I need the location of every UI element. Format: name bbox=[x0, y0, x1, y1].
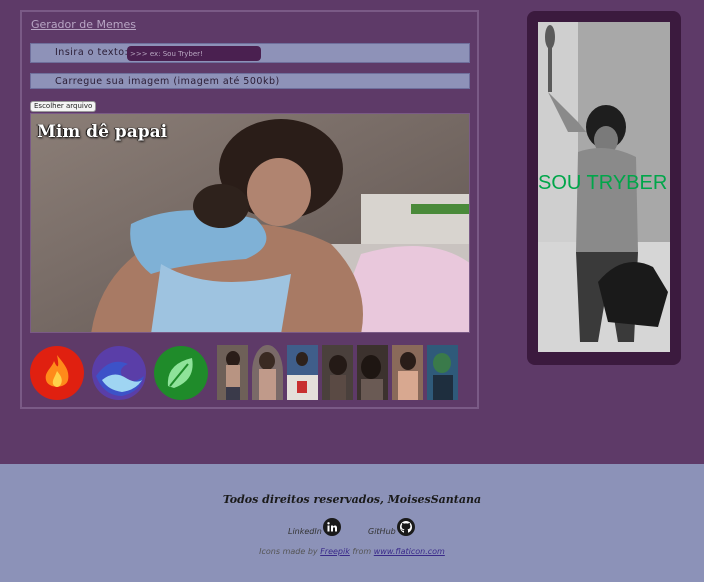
preset-thumbnail[interactable] bbox=[357, 345, 388, 400]
text-input-label: Insira o texto: bbox=[55, 47, 129, 58]
meme-preview-card: SOU TRYBER bbox=[527, 11, 681, 365]
text-input-row: Insira o texto: bbox=[30, 43, 470, 63]
preview-photo: SOU TRYBER bbox=[538, 22, 670, 352]
github-icon bbox=[396, 518, 415, 536]
linkedin-link[interactable]: LinkedIn bbox=[288, 518, 341, 536]
preset-thumbnail[interactable] bbox=[217, 345, 248, 400]
meme-caption: Mim dê papai bbox=[37, 122, 168, 142]
freepik-link[interactable]: Freepik bbox=[320, 547, 350, 556]
linkedin-icon bbox=[322, 518, 341, 536]
image-upload-row: Carregue sua imagem (imagem até 500kb) bbox=[30, 73, 470, 89]
preset-thumbnail[interactable] bbox=[392, 345, 423, 400]
meme-photo bbox=[31, 114, 469, 332]
earth-frame-icon[interactable] bbox=[154, 346, 208, 400]
preset-thumbnail[interactable] bbox=[322, 345, 353, 400]
water-frame-icon[interactable] bbox=[92, 346, 146, 400]
meme-image-container: Mim dê papai bbox=[30, 113, 470, 333]
fire-frame-icon[interactable] bbox=[30, 346, 84, 400]
credits-from: from bbox=[352, 547, 372, 556]
preset-thumbnail[interactable] bbox=[252, 345, 283, 400]
app-title[interactable]: Gerador de Memes bbox=[31, 18, 136, 31]
preset-thumbnail[interactable] bbox=[287, 345, 318, 400]
credits-prefix: Icons made by bbox=[259, 547, 318, 556]
page-footer: Todos direitos reservados, MoisesSantana… bbox=[0, 464, 704, 582]
image-upload-label: Carregue sua imagem (imagem até 500kb) bbox=[55, 75, 280, 87]
preview-meme-text: SOU TRYBER bbox=[538, 172, 668, 194]
preset-gallery bbox=[30, 345, 470, 401]
meme-generator-panel: Gerador de Memes Insira o texto: Carregu… bbox=[20, 10, 479, 409]
linkedin-label: LinkedIn bbox=[288, 527, 322, 536]
icon-credits: Icons made by Freepik from www.flaticon.… bbox=[0, 547, 704, 556]
github-label: GitHub bbox=[368, 527, 396, 536]
meme-text-input[interactable] bbox=[127, 46, 261, 61]
github-link[interactable]: GitHub bbox=[368, 518, 415, 536]
copyright-text: Todos direitos reservados, MoisesSantana bbox=[222, 493, 482, 506]
preset-thumbnail[interactable] bbox=[427, 345, 458, 400]
flaticon-link[interactable]: www.flaticon.com bbox=[374, 547, 445, 556]
choose-file-button[interactable]: Escolher arquivo bbox=[30, 101, 97, 112]
